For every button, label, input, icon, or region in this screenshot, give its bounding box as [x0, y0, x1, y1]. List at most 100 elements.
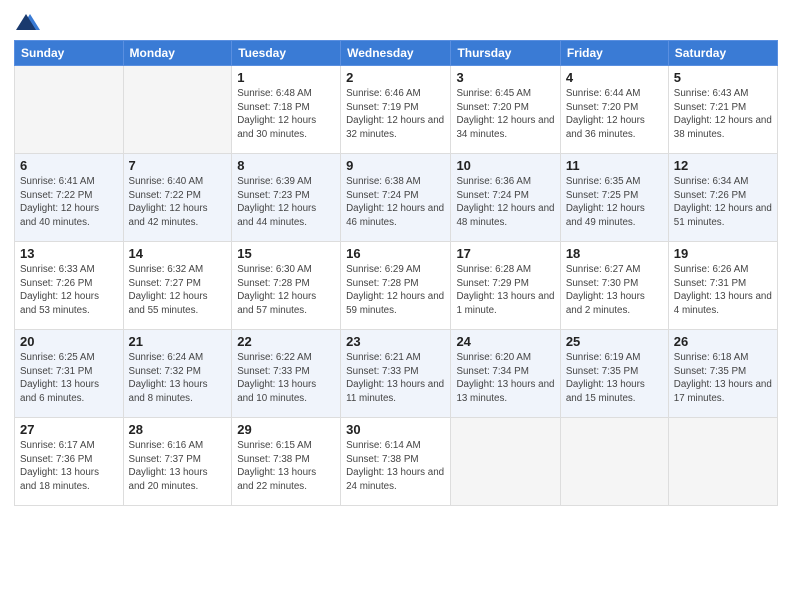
day-info: Sunrise: 6:24 AM Sunset: 7:32 PM Dayligh…	[129, 351, 227, 406]
day-number: 21	[129, 334, 227, 349]
day-info: Sunrise: 6:15 AM Sunset: 7:38 PM Dayligh…	[237, 439, 335, 494]
day-info: Sunrise: 6:26 AM Sunset: 7:31 PM Dayligh…	[674, 263, 772, 318]
day-header-sunday: Sunday	[15, 41, 124, 66]
day-header-friday: Friday	[560, 41, 668, 66]
calendar-row-1: 1 Sunrise: 6:48 AM Sunset: 7:18 PM Daylig…	[15, 66, 778, 154]
day-number: 5	[674, 70, 772, 85]
day-number: 28	[129, 422, 227, 437]
calendar-cell: 6 Sunrise: 6:41 AM Sunset: 7:22 PM Daylig…	[15, 154, 124, 242]
logo	[14, 10, 40, 34]
calendar-cell: 16 Sunrise: 6:29 AM Sunset: 7:28 PM Dayli…	[341, 242, 451, 330]
page-container: SundayMondayTuesdayWednesdayThursdayFrid…	[0, 0, 792, 612]
day-number: 12	[674, 158, 772, 173]
calendar-cell: 5 Sunrise: 6:43 AM Sunset: 7:21 PM Daylig…	[668, 66, 777, 154]
day-info: Sunrise: 6:19 AM Sunset: 7:35 PM Dayligh…	[566, 351, 663, 406]
day-info: Sunrise: 6:48 AM Sunset: 7:18 PM Dayligh…	[237, 87, 335, 142]
day-header-saturday: Saturday	[668, 41, 777, 66]
day-info: Sunrise: 6:44 AM Sunset: 7:20 PM Dayligh…	[566, 87, 663, 142]
calendar-row-4: 20 Sunrise: 6:25 AM Sunset: 7:31 PM Dayli…	[15, 330, 778, 418]
day-header-tuesday: Tuesday	[232, 41, 341, 66]
day-number: 3	[456, 70, 554, 85]
day-info: Sunrise: 6:30 AM Sunset: 7:28 PM Dayligh…	[237, 263, 335, 318]
day-info: Sunrise: 6:16 AM Sunset: 7:37 PM Dayligh…	[129, 439, 227, 494]
day-info: Sunrise: 6:25 AM Sunset: 7:31 PM Dayligh…	[20, 351, 118, 406]
logo-icon	[16, 10, 40, 34]
day-number: 22	[237, 334, 335, 349]
day-number: 26	[674, 334, 772, 349]
day-number: 24	[456, 334, 554, 349]
calendar-cell: 26 Sunrise: 6:18 AM Sunset: 7:35 PM Dayli…	[668, 330, 777, 418]
calendar-cell: 1 Sunrise: 6:48 AM Sunset: 7:18 PM Daylig…	[232, 66, 341, 154]
day-number: 25	[566, 334, 663, 349]
calendar-row-2: 6 Sunrise: 6:41 AM Sunset: 7:22 PM Daylig…	[15, 154, 778, 242]
calendar-cell: 2Sunrise: 6:46 AM Sunset: 7:19 PM Daylig…	[341, 66, 451, 154]
day-info: Sunrise: 6:34 AM Sunset: 7:26 PM Dayligh…	[674, 175, 772, 230]
calendar-cell: 25 Sunrise: 6:19 AM Sunset: 7:35 PM Dayli…	[560, 330, 668, 418]
day-header-wednesday: Wednesday	[341, 41, 451, 66]
calendar-cell: 11 Sunrise: 6:35 AM Sunset: 7:25 PM Dayli…	[560, 154, 668, 242]
day-number: 19	[674, 246, 772, 261]
calendar-cell: 28 Sunrise: 6:16 AM Sunset: 7:37 PM Dayli…	[123, 418, 232, 506]
calendar-row-3: 13 Sunrise: 6:33 AM Sunset: 7:26 PM Dayli…	[15, 242, 778, 330]
day-info: Sunrise: 6:45 AM Sunset: 7:20 PM Dayligh…	[456, 87, 554, 142]
day-info: Sunrise: 6:14 AM Sunset: 7:38 PM Dayligh…	[346, 439, 445, 494]
calendar-cell: 3 Sunrise: 6:45 AM Sunset: 7:20 PM Daylig…	[451, 66, 560, 154]
day-info: Sunrise: 6:46 AM Sunset: 7:19 PM Dayligh…	[346, 87, 445, 142]
day-number: 23	[346, 334, 445, 349]
day-info: Sunrise: 6:21 AM Sunset: 7:33 PM Dayligh…	[346, 351, 445, 406]
calendar-cell	[668, 418, 777, 506]
calendar-cell	[15, 66, 124, 154]
day-info: Sunrise: 6:28 AM Sunset: 7:29 PM Dayligh…	[456, 263, 554, 318]
calendar-cell: 10Sunrise: 6:36 AM Sunset: 7:24 PM Dayli…	[451, 154, 560, 242]
day-number: 8	[237, 158, 335, 173]
calendar-cell	[560, 418, 668, 506]
day-info: Sunrise: 6:41 AM Sunset: 7:22 PM Dayligh…	[20, 175, 118, 230]
day-info: Sunrise: 6:18 AM Sunset: 7:35 PM Dayligh…	[674, 351, 772, 406]
day-info: Sunrise: 6:17 AM Sunset: 7:36 PM Dayligh…	[20, 439, 118, 494]
day-info: Sunrise: 6:39 AM Sunset: 7:23 PM Dayligh…	[237, 175, 335, 230]
day-number: 7	[129, 158, 227, 173]
calendar-cell: 30 Sunrise: 6:14 AM Sunset: 7:38 PM Dayli…	[341, 418, 451, 506]
day-number: 17	[456, 246, 554, 261]
day-info: Sunrise: 6:29 AM Sunset: 7:28 PM Dayligh…	[346, 263, 445, 318]
day-number: 30	[346, 422, 445, 437]
day-number: 15	[237, 246, 335, 261]
day-info: Sunrise: 6:43 AM Sunset: 7:21 PM Dayligh…	[674, 87, 772, 142]
day-info: Sunrise: 6:40 AM Sunset: 7:22 PM Dayligh…	[129, 175, 227, 230]
header	[14, 10, 778, 34]
day-info: Sunrise: 6:35 AM Sunset: 7:25 PM Dayligh…	[566, 175, 663, 230]
day-number: 6	[20, 158, 118, 173]
calendar-cell: 20 Sunrise: 6:25 AM Sunset: 7:31 PM Dayli…	[15, 330, 124, 418]
day-number: 13	[20, 246, 118, 261]
calendar-cell: 4Sunrise: 6:44 AM Sunset: 7:20 PM Daylig…	[560, 66, 668, 154]
calendar-cell	[123, 66, 232, 154]
calendar-cell: 29 Sunrise: 6:15 AM Sunset: 7:38 PM Dayli…	[232, 418, 341, 506]
day-info: Sunrise: 6:27 AM Sunset: 7:30 PM Dayligh…	[566, 263, 663, 318]
calendar-header-row: SundayMondayTuesdayWednesdayThursdayFrid…	[15, 41, 778, 66]
calendar-cell: 17 Sunrise: 6:28 AM Sunset: 7:29 PM Dayli…	[451, 242, 560, 330]
day-number: 20	[20, 334, 118, 349]
day-header-monday: Monday	[123, 41, 232, 66]
day-header-thursday: Thursday	[451, 41, 560, 66]
day-info: Sunrise: 6:38 AM Sunset: 7:24 PM Dayligh…	[346, 175, 445, 230]
calendar-cell: 13 Sunrise: 6:33 AM Sunset: 7:26 PM Dayli…	[15, 242, 124, 330]
calendar-cell: 24Sunrise: 6:20 AM Sunset: 7:34 PM Dayli…	[451, 330, 560, 418]
day-number: 18	[566, 246, 663, 261]
calendar-cell: 8 Sunrise: 6:39 AM Sunset: 7:23 PM Daylig…	[232, 154, 341, 242]
day-info: Sunrise: 6:22 AM Sunset: 7:33 PM Dayligh…	[237, 351, 335, 406]
calendar-cell: 7 Sunrise: 6:40 AM Sunset: 7:22 PM Daylig…	[123, 154, 232, 242]
day-number: 14	[129, 246, 227, 261]
day-info: Sunrise: 6:32 AM Sunset: 7:27 PM Dayligh…	[129, 263, 227, 318]
calendar-cell: 27Sunrise: 6:17 AM Sunset: 7:36 PM Dayli…	[15, 418, 124, 506]
calendar-cell: 21 Sunrise: 6:24 AM Sunset: 7:32 PM Dayli…	[123, 330, 232, 418]
calendar-cell: 23 Sunrise: 6:21 AM Sunset: 7:33 PM Dayli…	[341, 330, 451, 418]
day-number: 29	[237, 422, 335, 437]
calendar-cell: 9 Sunrise: 6:38 AM Sunset: 7:24 PM Daylig…	[341, 154, 451, 242]
calendar-table: SundayMondayTuesdayWednesdayThursdayFrid…	[14, 40, 778, 506]
day-info: Sunrise: 6:33 AM Sunset: 7:26 PM Dayligh…	[20, 263, 118, 318]
day-number: 1	[237, 70, 335, 85]
day-number: 16	[346, 246, 445, 261]
day-number: 11	[566, 158, 663, 173]
calendar-cell: 15 Sunrise: 6:30 AM Sunset: 7:28 PM Dayli…	[232, 242, 341, 330]
day-number: 9	[346, 158, 445, 173]
